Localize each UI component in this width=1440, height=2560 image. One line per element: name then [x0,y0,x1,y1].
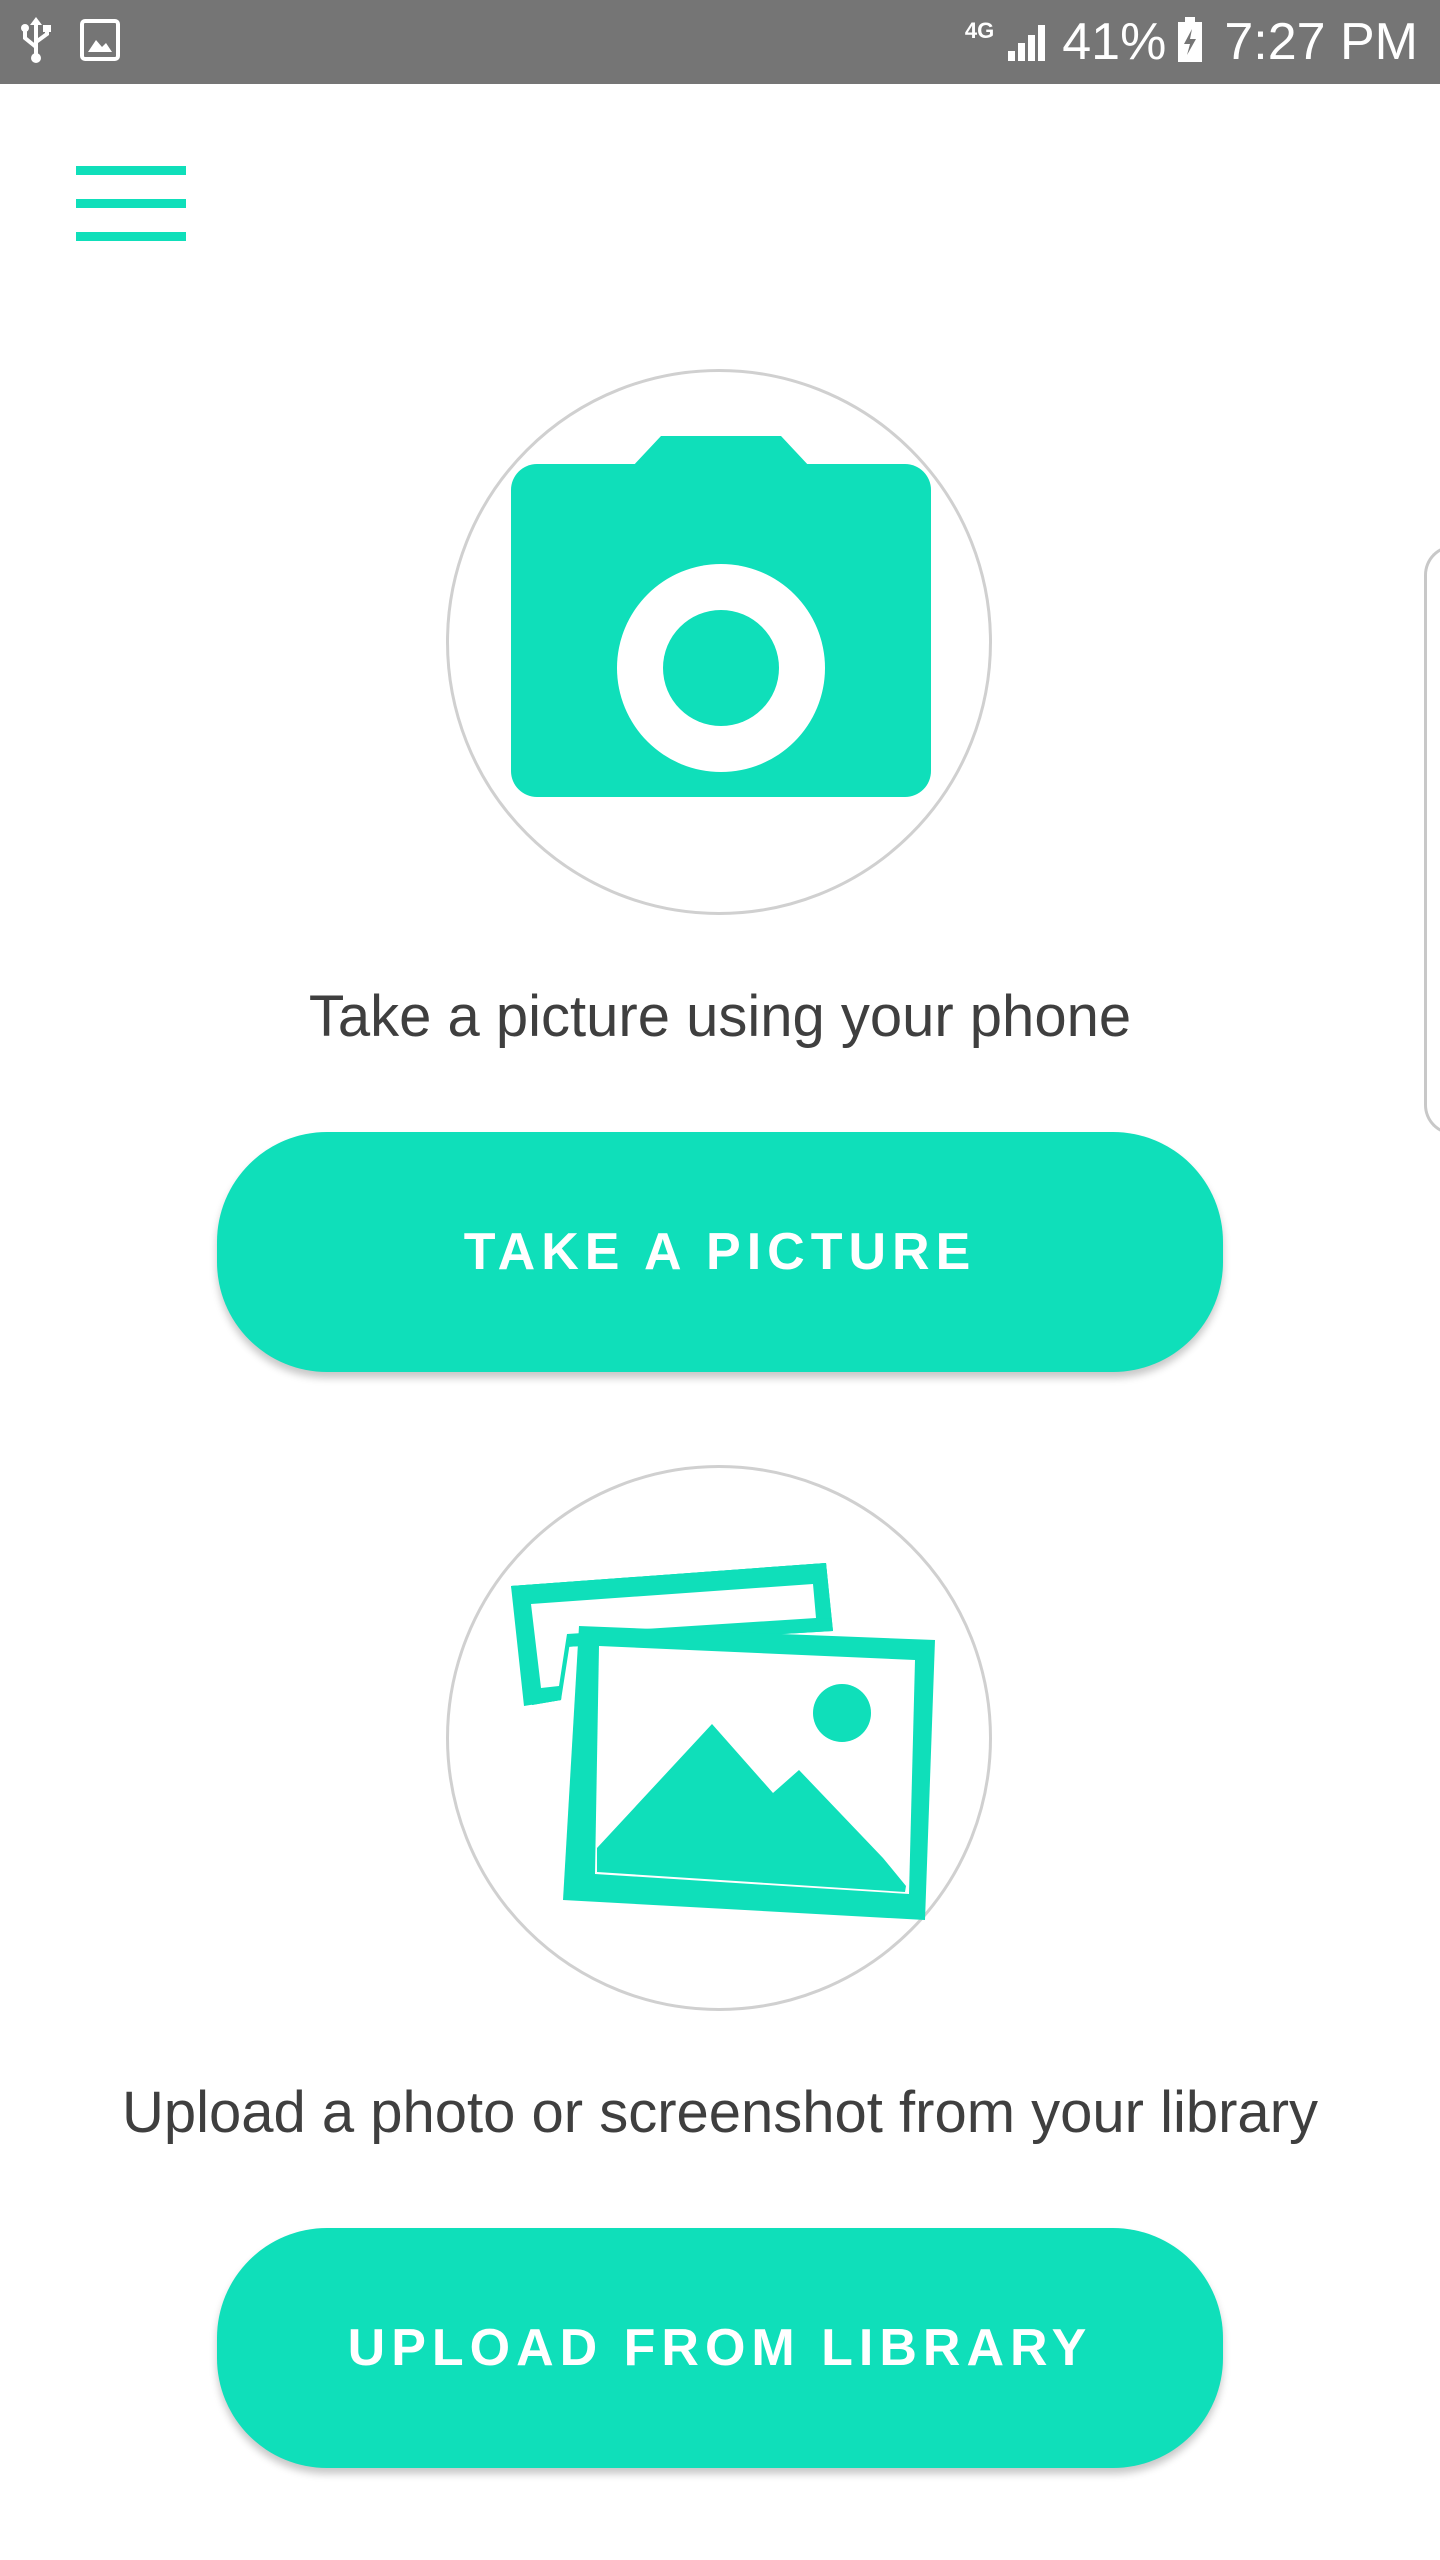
hamburger-menu-icon[interactable] [76,166,186,242]
battery-percentage: 41% [1062,13,1167,71]
signal-icon [1006,19,1052,66]
menu-line [76,232,186,241]
camera-icon [511,436,931,797]
photo-library-icon [511,1563,935,1920]
take-picture-button[interactable]: TAKE A PICTURE [217,1132,1223,1372]
camera-caption: Take a picture using your phone [308,984,1132,1049]
network-type: 4G [964,18,995,43]
upload-from-library-button[interactable]: UPLOAD FROM LIBRARY [217,2228,1223,2468]
clock: 7:27 PM [1224,13,1418,71]
status-bar: 4G 41% 7:27 PM [0,0,1440,84]
image-notification-icon [80,18,120,66]
menu-line [76,199,186,208]
library-caption: Upload a photo or screenshot from your l… [121,2080,1319,2145]
camera-icon-circle [446,369,992,915]
battery-charging-icon [1176,16,1204,68]
edge-panel-handle[interactable] [1424,545,1440,1135]
library-icon-circle [446,1465,992,2011]
menu-line [76,166,186,175]
status-left-icons [18,14,120,70]
status-right-icons: 4G 41% 7:27 PM [965,0,1418,84]
usb-icon [18,16,54,68]
